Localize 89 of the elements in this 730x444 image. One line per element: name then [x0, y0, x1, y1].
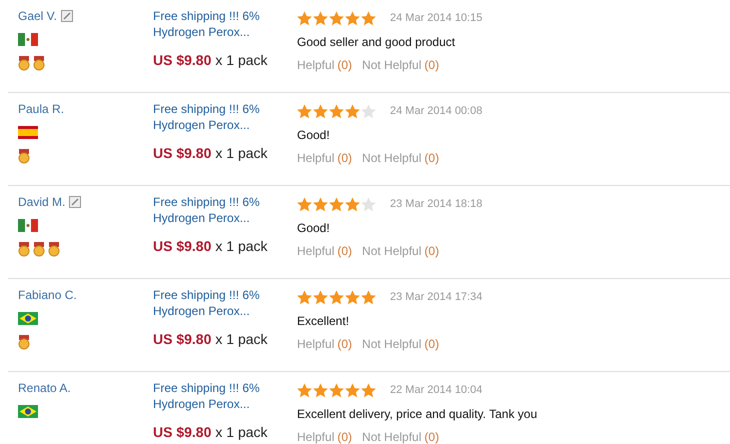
helpful-link[interactable]: Helpful — [297, 151, 334, 165]
reviewer-name[interactable]: David M. — [18, 194, 82, 210]
star-icon — [297, 104, 312, 118]
star-icon — [313, 382, 328, 398]
review-text: Excellent delivery, price and quality. Tank you — [297, 407, 538, 421]
medal-icon — [18, 242, 30, 257]
review-text: Good! — [297, 221, 330, 235]
reviewer-name[interactable]: Gael V. — [18, 8, 73, 24]
star-icon — [313, 104, 328, 118]
reviewer-name[interactable]: Paula R. — [18, 101, 64, 117]
star-icon — [345, 196, 360, 212]
quantity: x 1 pack — [215, 238, 268, 254]
star-icon — [297, 196, 312, 212]
star-icon — [329, 382, 344, 398]
not-helpful-count: (0) — [424, 58, 440, 72]
star-icon — [329, 104, 344, 118]
star-icon — [297, 10, 312, 26]
price: US $9.80 — [153, 238, 212, 254]
medal-icon — [18, 56, 30, 71]
flag-icon — [18, 33, 38, 46]
flag-icon — [18, 405, 38, 418]
not-helpful-link[interactable]: Not Helpful — [362, 151, 422, 165]
helpful-count: (0) — [337, 58, 352, 72]
star-icon — [329, 290, 344, 304]
review-date: 23 Mar 2014 17:34 — [390, 291, 482, 303]
helpful-link[interactable]: Helpful — [297, 58, 334, 72]
product-link[interactable]: Free shipping !!! 6% Hydrogen Perox... — [153, 8, 278, 40]
star-icon — [297, 290, 312, 304]
helpful-link[interactable]: Helpful — [297, 244, 334, 258]
star-icon — [361, 10, 376, 26]
edit-icon — [69, 196, 82, 208]
helpful-count: (0) — [337, 337, 352, 351]
quantity: x 1 pack — [215, 145, 268, 161]
not-helpful-count: (0) — [424, 337, 440, 351]
not-helpful-link[interactable]: Not Helpful — [362, 337, 422, 351]
medal-icon — [33, 242, 45, 257]
star-icon — [345, 382, 360, 398]
not-helpful-count: (0) — [424, 151, 440, 165]
star-icon — [329, 196, 344, 212]
helpful-link[interactable]: Helpful — [297, 430, 334, 444]
star-icon — [345, 10, 360, 26]
not-helpful-link[interactable]: Not Helpful — [362, 430, 422, 444]
star-icon — [361, 196, 376, 212]
star-icon — [297, 382, 312, 398]
quantity: x 1 pack — [215, 424, 268, 440]
review-date: 24 Mar 2014 00:08 — [390, 105, 482, 117]
price: US $9.80 — [153, 331, 212, 347]
review-text: Good seller and good product — [297, 35, 456, 49]
star-icon — [361, 104, 376, 118]
medal-icon — [18, 335, 30, 350]
star-icon — [313, 196, 328, 212]
star-icon — [313, 290, 328, 304]
flag-icon — [18, 126, 38, 139]
review-date: 23 Mar 2014 18:18 — [390, 198, 482, 210]
review-date: 22 Mar 2014 10:04 — [390, 384, 482, 396]
price: US $9.80 — [153, 424, 212, 440]
not-helpful-link[interactable]: Not Helpful — [362, 244, 422, 258]
price: US $9.80 — [153, 145, 212, 161]
star-icon — [345, 104, 360, 118]
product-link[interactable]: Free shipping !!! 6% Hydrogen Perox... — [153, 287, 278, 319]
reviewer-name[interactable]: Renato A. — [18, 380, 71, 396]
reviewer-name[interactable]: Fabiano C. — [18, 287, 77, 303]
helpful-link[interactable]: Helpful — [297, 337, 334, 351]
star-icon — [329, 10, 344, 26]
helpful-count: (0) — [337, 430, 352, 444]
product-link[interactable]: Free shipping !!! 6% Hydrogen Perox... — [153, 380, 278, 412]
product-link[interactable]: Free shipping !!! 6% Hydrogen Perox... — [153, 101, 278, 133]
edit-icon — [60, 10, 73, 22]
star-icon — [313, 10, 328, 26]
medal-icon — [33, 56, 45, 71]
helpful-count: (0) — [337, 244, 352, 258]
star-icon — [361, 290, 376, 304]
quantity: x 1 pack — [215, 331, 268, 347]
flag-icon — [18, 219, 38, 232]
quantity: x 1 pack — [215, 52, 268, 68]
medal-icon — [18, 149, 30, 164]
product-link[interactable]: Free shipping !!! 6% Hydrogen Perox... — [153, 194, 278, 226]
star-icon — [361, 382, 376, 398]
medal-icon — [48, 242, 60, 257]
not-helpful-link[interactable]: Not Helpful — [362, 58, 422, 72]
helpful-count: (0) — [337, 151, 352, 165]
not-helpful-count: (0) — [424, 430, 440, 444]
review-text: Good! — [297, 128, 330, 142]
flag-icon — [18, 312, 38, 325]
not-helpful-count: (0) — [424, 244, 440, 258]
star-icon — [345, 290, 360, 304]
review-text: Excellent! — [297, 314, 350, 328]
price: US $9.80 — [153, 52, 212, 68]
review-date: 24 Mar 2014 10:15 — [390, 12, 482, 24]
